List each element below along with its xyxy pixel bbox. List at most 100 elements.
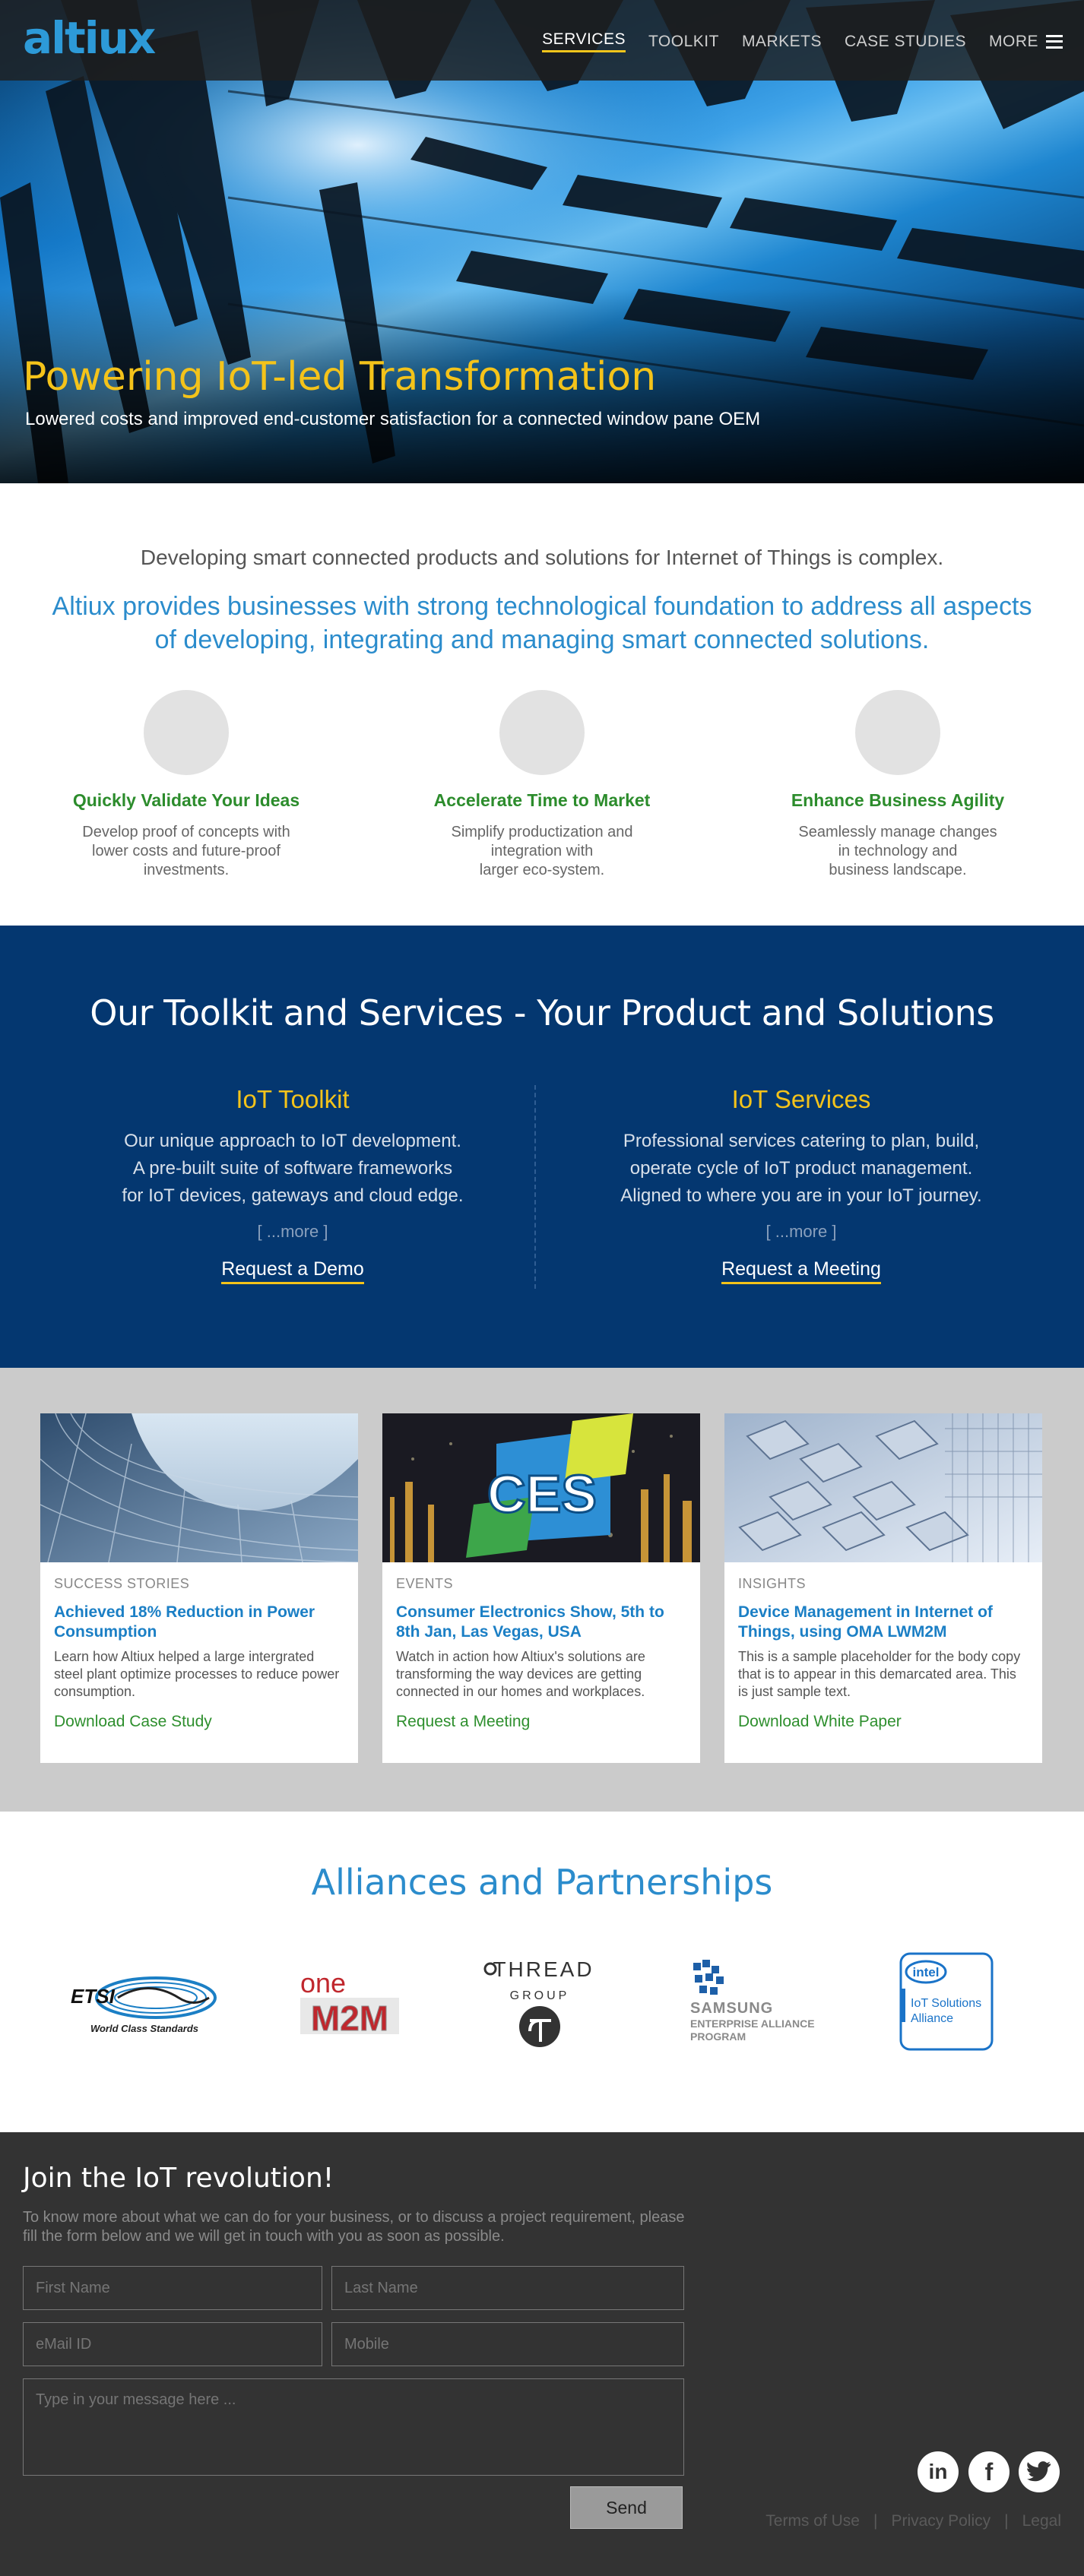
intro-section: Developing smart connected products and … [0, 483, 1084, 926]
feature-title: Enhance Business Agility [791, 790, 1005, 810]
card-body: SUCCESS STORIES Achieved 18% Reduction i… [40, 1562, 358, 1701]
iot-services-text: Professional services catering to plan, … [620, 1131, 982, 1206]
message-textarea[interactable] [23, 2378, 684, 2476]
first-name-input[interactable] [23, 2266, 322, 2310]
hamburger-menu-icon [1046, 34, 1063, 49]
legal-links: Terms of Use | Privacy Policy | Legal [765, 2512, 1061, 2530]
legal-separator: | [1004, 2512, 1009, 2530]
nav-more-label: MORE [989, 32, 1038, 50]
last-name-input[interactable] [331, 2266, 684, 2310]
iot-toolkit-column: IoT Toolkit Our unique approach to IoT d… [80, 1085, 506, 1284]
feature-title: Accelerate Time to Market [433, 790, 651, 810]
request-meeting-link[interactable]: Request a Meeting [721, 1258, 881, 1284]
hero-subtitle: Lowered costs and improved end-customer … [25, 409, 761, 429]
nav-case-studies[interactable]: CASE STUDIES [845, 33, 966, 51]
nav-more[interactable]: MORE [989, 33, 1063, 51]
nav-toolkit[interactable]: TOOLKIT [648, 33, 719, 51]
iot-services-column: IoT Services Professional services cater… [588, 1085, 1014, 1284]
privacy-policy-link[interactable]: Privacy Policy [891, 2512, 990, 2530]
thread-name: THREAD [493, 1957, 594, 1981]
download-case-study-link[interactable]: Download Case Study [54, 1713, 212, 1731]
altiux-logo[interactable]: altiux [23, 12, 156, 64]
thread-group-logo[interactable]: THREAD GROUP [475, 1948, 604, 2055]
iot-services-more-link[interactable]: [ ...more ] [588, 1222, 1014, 1242]
facebook-icon[interactable]: f [968, 2451, 1010, 2492]
top-navigation-bar: altiux SERVICES TOOLKIT MARKETS CASE STU… [0, 0, 1084, 81]
hero-title: Powering IoT-led Transformation [23, 354, 657, 400]
intro-highlight-text: Altiux provides businesses with strong t… [52, 592, 1032, 654]
feature-title: Quickly Validate Your Ideas [72, 790, 300, 810]
thread-sub: GROUP [510, 1989, 570, 2002]
card-title[interactable]: Consumer Electronics Show, 5th to 8th Ja… [396, 1603, 686, 1642]
feature-text: Develop proof of concepts with lower cos… [82, 824, 290, 878]
news-cards-section: SUCCESS STORIES Achieved 18% Reduction i… [0, 1368, 1084, 1812]
card-image-cubes [724, 1413, 1042, 1562]
linkedin-glyph: in [928, 2460, 948, 2483]
nav-services[interactable]: SERVICES [542, 30, 626, 52]
card-category: EVENTS [396, 1576, 454, 1591]
email-input[interactable] [23, 2322, 322, 2366]
intel-brand: intel [913, 1965, 940, 1979]
ces-badge-text: CES [487, 1464, 597, 1524]
card-insight[interactable]: INSIGHTS Device Management in Internet o… [724, 1413, 1042, 1763]
twitter-bird-glyph [1027, 2461, 1051, 2482]
hero-banner: altiux SERVICES TOOLKIT MARKETS CASE STU… [0, 0, 1084, 483]
samsung-enterprise-alliance-logo[interactable]: SAMSUNG ENTERPRISE ALLIANCE PROGRAM [677, 1948, 829, 2055]
twitter-icon[interactable] [1019, 2451, 1060, 2492]
footer-lead-text: To know more about what we can do for yo… [23, 2209, 685, 2245]
footer-heading: Join the IoT revolution! [23, 2163, 334, 2194]
etsi-logo[interactable]: ETSI World Class Standards [65, 1948, 224, 2055]
etsi-tagline: World Class Standards [90, 2023, 198, 2034]
toolkit-services-section: Our Toolkit and Services - Your Product … [0, 926, 1084, 1368]
card-event[interactable]: CES EVENTS Consumer Electronics Show, 5t… [382, 1413, 700, 1763]
toolkit-heading: Our Toolkit and Services - Your Product … [90, 992, 994, 1033]
feature-icon-placeholder [144, 690, 229, 775]
feature-text: Seamlessly manage changes in technology … [798, 824, 997, 878]
alliances-heading: Alliances and Partnerships [311, 1862, 773, 1903]
terms-of-use-link[interactable]: Terms of Use [765, 2512, 860, 2530]
feature-validate-ideas: Quickly Validate Your Ideas Develop proo… [42, 690, 331, 880]
feature-list: Quickly Validate Your Ideas Develop proo… [0, 690, 1084, 903]
etsi-name: ETSI [71, 1985, 116, 2008]
column-divider [534, 1085, 536, 1289]
feature-text: Simplify productization and integration … [451, 824, 633, 878]
onem2m-logo[interactable]: one M2M [293, 1948, 407, 2055]
intro-lead-text: Developing smart connected products and … [140, 546, 944, 569]
mobile-input[interactable] [331, 2322, 684, 2366]
card-image-ces: CES [382, 1413, 700, 1562]
legal-link[interactable]: Legal [1022, 2512, 1061, 2530]
request-demo-link[interactable]: Request a Demo [221, 1258, 364, 1284]
onem2m-line2: M2M [311, 1998, 388, 2038]
nav-markets[interactable]: MARKETS [742, 33, 822, 51]
card-description: Watch in action how Altiux's solutions a… [396, 1649, 645, 1699]
card-category: INSIGHTS [738, 1576, 807, 1591]
alliances-section: Alliances and Partnerships ETSI World Cl… [0, 1812, 1084, 2132]
feature-icon-placeholder [855, 690, 940, 775]
card-success-story[interactable]: SUCCESS STORIES Achieved 18% Reduction i… [40, 1413, 358, 1763]
main-nav: SERVICES TOOLKIT MARKETS CASE STUDIES MO… [542, 30, 1063, 52]
legal-separator: | [873, 2512, 878, 2530]
intel-line1: IoT Solutions [911, 1997, 981, 2010]
card-body: INSIGHTS Device Management in Internet o… [724, 1562, 1042, 1701]
samsung-line2: ENTERPRISE ALLIANCE [690, 2017, 815, 2030]
intel-iot-alliance-logo[interactable]: intel IoT Solutions Alliance [897, 1948, 996, 2055]
card-description: This is a sample placeholder for the bod… [738, 1649, 1021, 1699]
download-white-paper-link[interactable]: Download White Paper [738, 1713, 902, 1731]
intel-line2: Alliance [911, 2012, 953, 2025]
card-image-building [40, 1413, 358, 1562]
samsung-line1: SAMSUNG [690, 2000, 773, 2017]
onem2m-line1: one [300, 1967, 346, 1998]
feature-time-to-market: Accelerate Time to Market Simplify produ… [398, 690, 686, 880]
iot-toolkit-title: IoT Toolkit [236, 1085, 350, 1113]
feature-business-agility: Enhance Business Agility Seamlessly mana… [753, 690, 1042, 880]
linkedin-icon[interactable]: in [918, 2451, 959, 2492]
card-category: SUCCESS STORIES [54, 1576, 190, 1591]
footer-contact-section: Join the IoT revolution! To know more ab… [0, 2132, 1084, 2576]
card-title[interactable]: Device Management in Internet of Things,… [738, 1603, 1029, 1642]
iot-toolkit-more-link[interactable]: [ ...more ] [80, 1222, 506, 1242]
request-meeting-card-link[interactable]: Request a Meeting [396, 1713, 530, 1731]
iot-toolkit-text: Our unique approach to IoT development. … [122, 1131, 464, 1206]
samsung-line3: PROGRAM [690, 2030, 746, 2043]
send-button[interactable]: Send [570, 2486, 683, 2529]
card-title[interactable]: Achieved 18% Reduction in Power Consumpt… [54, 1603, 344, 1642]
